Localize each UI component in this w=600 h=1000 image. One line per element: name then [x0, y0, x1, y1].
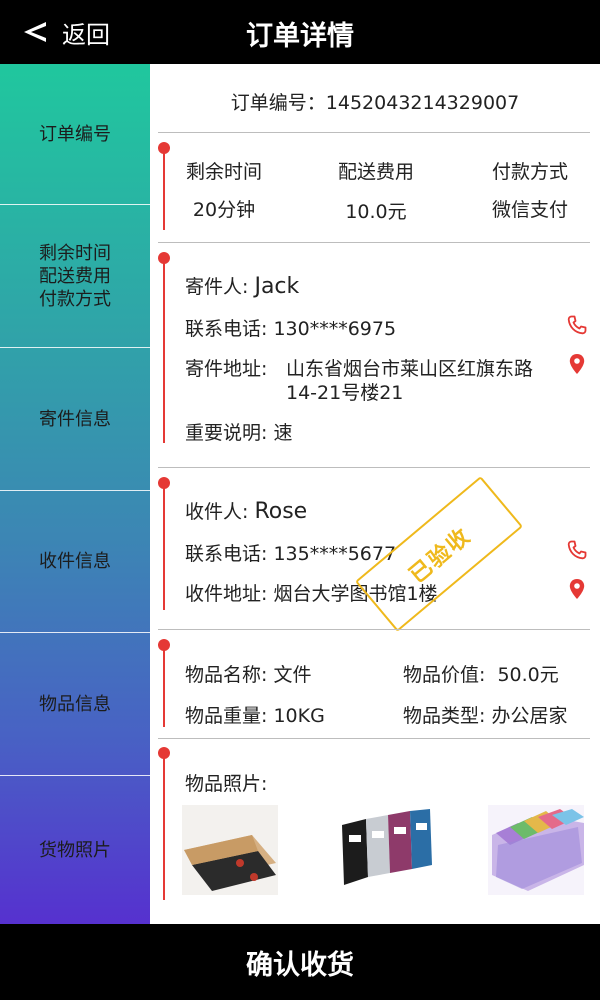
item-name-label: 物品名称:: [185, 664, 268, 686]
sender-note-row: 重要说明: 速: [185, 418, 292, 445]
divider: [158, 467, 590, 468]
item-photo-box-files[interactable]: [336, 805, 432, 895]
sidebar-item-label: 收件信息: [39, 551, 111, 572]
section-marker-line: [163, 755, 165, 900]
item-type-row: 物品类型: 办公居家: [403, 701, 567, 728]
sender-name-label: 寄件人:: [185, 276, 249, 298]
page-title: 订单详情: [246, 21, 354, 52]
sender-phone-value: 130****6975: [273, 318, 397, 340]
photos-label: 物品照片:: [185, 773, 268, 795]
sidebar-item-label: 剩余时间 配送费用 付款方式: [39, 242, 111, 311]
sidebar-item-sender-info[interactable]: 寄件信息: [0, 348, 150, 491]
item-type-label: 物品类型:: [403, 705, 486, 727]
sender-name-value: Jack: [254, 274, 300, 299]
receiver-name-label: 收件人:: [185, 501, 249, 523]
item-name-value: 文件: [273, 664, 312, 686]
item-weight-label: 物品重量:: [185, 705, 268, 727]
sender-name-row: 寄件人: Jack: [185, 272, 299, 299]
sidebar-item-goods-photos[interactable]: 货物照片: [0, 776, 150, 924]
section-marker-line: [163, 150, 165, 230]
delivery-fee-value: 10.0元: [345, 201, 407, 223]
location-pin-icon[interactable]: [565, 352, 589, 376]
location-pin-icon[interactable]: [565, 577, 589, 601]
sidebar-item-label: 订单编号: [39, 123, 111, 145]
item-value-value: 50.0元: [497, 664, 559, 686]
item-photo-color-folders[interactable]: [488, 805, 584, 895]
sender-phone-row: 联系电话: 130****6975: [185, 314, 396, 341]
sender-phone-label: 联系电话:: [185, 318, 268, 340]
item-name-row: 物品名称: 文件: [185, 660, 311, 687]
remaining-time-value: 20分钟: [192, 199, 256, 221]
payment-method-label: 付款方式: [491, 161, 568, 183]
receiver-phone-label: 联系电话:: [185, 543, 268, 565]
section-marker-line: [163, 260, 165, 443]
item-value-row: 物品价值: 50.0元: [403, 660, 559, 687]
sidebar-item-label-line: 付款方式: [39, 288, 111, 310]
confirm-receipt-button[interactable]: 确认收货: [0, 924, 600, 1000]
phone-icon[interactable]: [565, 313, 589, 337]
sidebar-item-time-fee-payment[interactable]: 剩余时间 配送费用 付款方式: [0, 205, 150, 348]
delivery-fee-label: 配送费用: [337, 161, 414, 183]
receiver-phone-row: 联系电话: 135****5677: [185, 539, 396, 566]
sender-address-label: 寄件地址:: [185, 358, 268, 380]
sender-note-label: 重要说明:: [185, 422, 268, 444]
sidebar-item-label: 寄件信息: [39, 408, 111, 430]
item-type-value: 办公居家: [491, 705, 568, 727]
item-weight-row: 物品重量: 10KG: [185, 701, 325, 728]
order-number-row: 订单编号：1452043214329007: [0, 88, 600, 115]
sidebar-item-item-info[interactable]: 物品信息: [0, 633, 150, 776]
confirm-receipt-label: 确认收货: [246, 949, 354, 981]
sidebar-item-label-line: 剩余时间: [39, 242, 111, 264]
sender-address-line2: 14-21号楼21: [286, 382, 404, 404]
receiver-name-value: Rose: [254, 499, 308, 524]
phone-icon[interactable]: [565, 538, 589, 562]
item-photo-envelopes[interactable]: [182, 805, 278, 895]
section-marker-line: [163, 485, 165, 610]
item-value-label: 物品价值:: [403, 664, 486, 686]
sidebar: 订单编号 剩余时间 配送费用 付款方式 寄件信息 收件信息 物品信息 货物照片: [0, 64, 150, 924]
divider: [158, 242, 590, 243]
item-weight-value: 10KG: [273, 705, 325, 727]
section-marker-line: [163, 647, 165, 727]
sidebar-item-order-number[interactable]: 订单编号: [0, 64, 150, 205]
payment-method-value: 微信支付: [491, 199, 568, 221]
order-number-value: 1452043214329007: [325, 92, 520, 114]
sidebar-item-label: 货物照片: [39, 839, 111, 861]
sidebar-item-label-line: 配送费用: [39, 265, 111, 287]
divider: [158, 132, 590, 133]
receiver-address-label: 收件地址:: [185, 583, 268, 605]
sender-address-line1: 山东省烟台市莱山区红旗东路: [286, 358, 534, 380]
sidebar-item-label: 物品信息: [39, 693, 111, 715]
top-bar: 返回 订单详情: [0, 0, 600, 64]
sidebar-item-receiver-info[interactable]: 收件信息: [0, 491, 150, 633]
divider: [158, 738, 590, 739]
receiver-name-row: 收件人: Rose: [185, 497, 307, 524]
divider: [158, 629, 590, 630]
sender-note-value: 速: [273, 422, 293, 444]
order-number-label: 订单编号：: [230, 92, 326, 114]
remaining-time-label: 剩余时间: [185, 161, 262, 183]
